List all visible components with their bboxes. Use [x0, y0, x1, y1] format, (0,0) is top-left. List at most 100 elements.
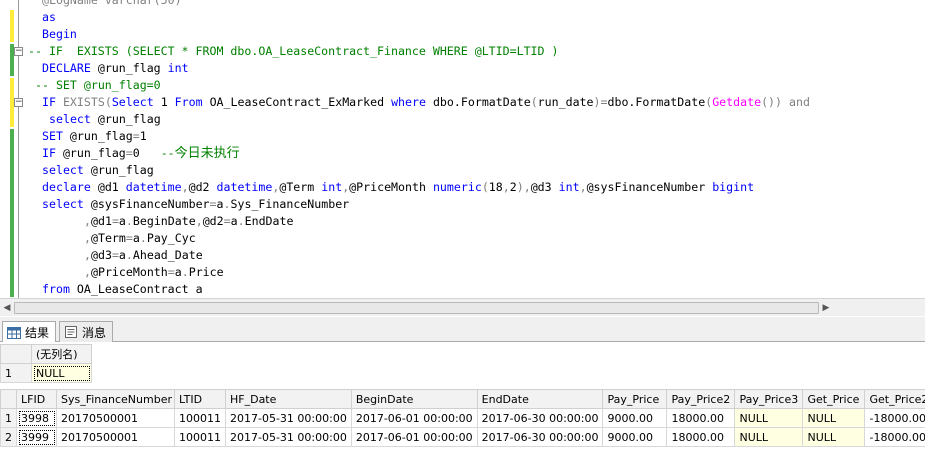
table-cell[interactable]: 2017-06-30 00:00:00 — [476, 408, 604, 428]
code-token: 1 — [160, 95, 175, 109]
table-cell[interactable]: NULL — [734, 427, 804, 447]
code-token: SET — [42, 129, 70, 143]
column-header[interactable]: LFID — [16, 389, 57, 409]
code-token: . — [181, 265, 189, 279]
code-token: 2 — [509, 180, 517, 194]
table-cell[interactable]: -18000.00 — [864, 427, 925, 447]
code-line[interactable]: IF @run_flag=0 --今日未执行 — [42, 145, 240, 162]
code-line[interactable]: ,@PriceMonth=a.Price — [84, 264, 224, 281]
code-token: @d1 — [97, 180, 126, 194]
table-cell[interactable]: 3998 — [16, 408, 57, 428]
table-cell[interactable]: 9000.00 — [602, 427, 668, 447]
code-line[interactable]: -- IF EXISTS (SELECT * FROM dbo.OA_Lease… — [28, 43, 558, 60]
fold-toggle-icon[interactable]: − — [14, 98, 23, 107]
code-line[interactable]: ,@d3=a.Ahead_Date — [84, 247, 203, 264]
code-line[interactable]: DECLARE @run_flag int — [42, 60, 189, 77]
column-header[interactable]: Get_Price — [802, 389, 866, 409]
table-cell[interactable]: 9000.00 — [602, 408, 668, 428]
code-line[interactable]: ,@Term=a.Pay_Cyc — [84, 230, 196, 247]
table-cell[interactable]: NULL — [31, 363, 92, 383]
code-token: @LogName varchar(50) — [42, 0, 182, 7]
sql-editor[interactable]: − − @LogName varchar(50) as Begin -- IF EXIS… — [0, 0, 925, 298]
tab-messages[interactable]: 消息 — [59, 321, 114, 342]
code-line[interactable]: SET @run_flag=1 — [42, 128, 147, 145]
code-line[interactable]: from OA_LeaseContract a — [42, 281, 203, 298]
table-cell[interactable]: 20170500001 — [56, 427, 175, 447]
table-cell[interactable]: NULL — [802, 408, 866, 428]
result-grid-2[interactable]: LFID Sys_FinanceNumber LTID HF_Date BeginDat… — [0, 389, 925, 447]
code-line[interactable]: ,@d1=a.BeginDate,@d2=a.EndDate — [84, 213, 293, 230]
code-token: EXISTS — [62, 95, 105, 109]
column-header[interactable]: Get_Price2 — [864, 389, 925, 409]
column-header[interactable]: Pay_Price — [602, 389, 668, 409]
table-cell[interactable]: 2017-06-01 00:00:00 — [350, 427, 478, 447]
scroll-right-arrow-icon[interactable]: ▶ — [819, 301, 833, 315]
column-header[interactable]: BeginDate — [350, 389, 478, 409]
column-header[interactable]: (无列名) — [31, 344, 92, 364]
code-token: , — [579, 180, 587, 194]
code-token: , — [84, 231, 91, 245]
code-token: 18 — [488, 180, 503, 194]
table-cell[interactable]: 20170500001 — [56, 408, 175, 428]
code-token: @d3 — [90, 248, 112, 262]
code-token: = — [111, 248, 119, 262]
table-row[interactable]: 1 3998 20170500001 100011 2017-05-31 00:00:0… — [0, 408, 925, 428]
table-row[interactable]: 2 3999 20170500001 100011 2017-05-31 00:00:0… — [0, 427, 925, 447]
tab-results[interactable]: 结果 — [2, 321, 57, 343]
code-token: . — [223, 197, 231, 211]
code-line[interactable]: select @sysFinanceNumber=a.Sys_FinanceNu… — [42, 196, 349, 213]
row-number[interactable]: 1 — [0, 408, 17, 428]
code-token: -- SET @run_flag=0 — [35, 78, 161, 92]
code-token: IF — [42, 95, 63, 109]
table-cell[interactable]: 100011 — [174, 427, 226, 447]
code-token: -- — [160, 146, 175, 160]
table-cell[interactable]: NULL — [734, 408, 804, 428]
column-header[interactable]: HF_Date — [225, 389, 352, 409]
code-line[interactable]: -- SET @run_flag=0 — [35, 77, 161, 94]
table-cell[interactable]: 18000.00 — [666, 427, 736, 447]
table-cell[interactable]: 18000.00 — [666, 408, 736, 428]
table-cell[interactable]: 100011 — [174, 408, 226, 428]
code-line[interactable]: Begin — [42, 26, 77, 43]
row-number[interactable]: 2 — [0, 427, 17, 447]
column-header[interactable]: Pay_Price2 — [666, 389, 736, 409]
code-line[interactable]: IF EXISTS(Select 1 From OA_LeaseContract… — [42, 94, 810, 111]
code-token: a — [132, 231, 140, 245]
code-line[interactable]: select @run_flag — [49, 111, 161, 128]
column-header[interactable]: LTID — [174, 389, 226, 409]
code-token: where — [391, 95, 433, 109]
code-token: @run_flag — [97, 61, 168, 75]
code-token: )= — [593, 95, 608, 109]
code-token: int — [167, 61, 189, 75]
table-cell[interactable]: 2017-06-01 00:00:00 — [350, 408, 478, 428]
row-number[interactable]: 1 — [0, 363, 32, 383]
code-line[interactable]: @LogName varchar(50) — [42, 0, 182, 9]
code-token: DECLARE — [42, 61, 98, 75]
column-header[interactable]: Sys_FinanceNumber — [56, 389, 175, 409]
table-cell[interactable]: 2017-05-31 00:00:00 — [225, 408, 352, 428]
fold-toggle-icon[interactable]: − — [14, 47, 23, 56]
column-header[interactable]: EndDate — [476, 389, 604, 409]
code-line[interactable]: select @run_flag — [42, 162, 154, 179]
table-cell[interactable]: 2017-06-30 00:00:00 — [476, 427, 604, 447]
result-grid-1[interactable]: (无列名) 1 NULL — [0, 344, 92, 383]
scrollbar-thumb[interactable] — [14, 302, 819, 314]
table-cell[interactable]: 2017-05-31 00:00:00 — [225, 427, 352, 447]
code-token: @d2 — [202, 214, 224, 228]
code-token: datetime — [216, 180, 273, 194]
editor-horizontal-scrollbar[interactable]: ◀ ▶ — [0, 298, 925, 316]
column-header[interactable]: Pay_Price3 — [734, 389, 804, 409]
table-row[interactable]: 1 NULL — [0, 363, 92, 383]
code-token: a — [174, 265, 182, 279]
code-token: , — [195, 214, 203, 228]
code-token: select — [42, 197, 91, 211]
scroll-left-arrow-icon[interactable]: ◀ — [0, 301, 14, 315]
code-token: datetime — [125, 180, 182, 194]
table-cell[interactable]: 3999 — [16, 427, 57, 447]
table-cell[interactable]: -18000.00 — [864, 408, 925, 428]
code-token: = — [111, 214, 119, 228]
code-token: @PriceMonth — [90, 265, 168, 279]
table-cell[interactable]: NULL — [802, 427, 866, 447]
code-line[interactable]: as — [42, 9, 56, 26]
code-line[interactable]: declare @d1 datetime,@d2 datetime,@Term … — [42, 179, 754, 196]
